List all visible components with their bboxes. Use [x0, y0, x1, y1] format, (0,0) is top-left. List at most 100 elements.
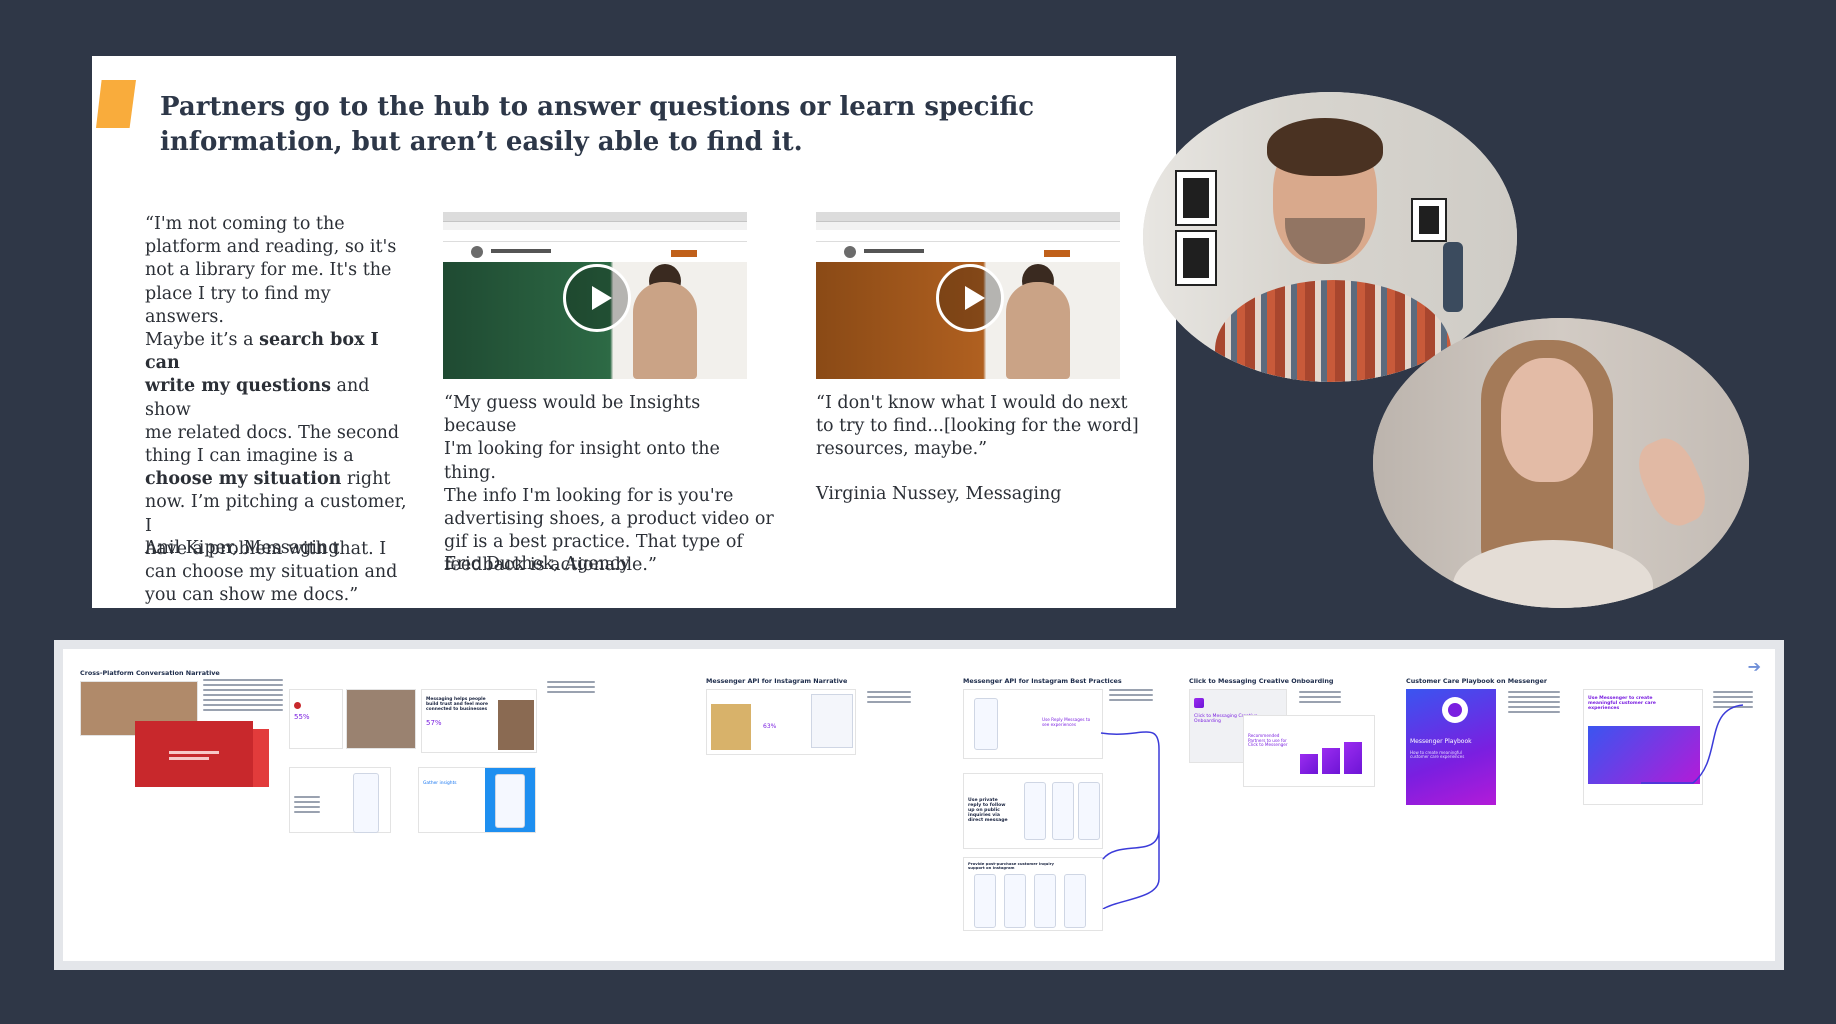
- quote-text: “My guess would be Insights because: [444, 393, 701, 437]
- welcome-banner: [443, 242, 747, 262]
- welcome-text: [491, 249, 551, 253]
- quote-text: now. I’m pitching a customer, I: [145, 492, 407, 536]
- phone-mockup: [974, 874, 996, 928]
- quote-text: I'm looking for insight onto the thing.: [444, 439, 720, 483]
- quote-line: “My guess would be Insights because: [444, 392, 774, 438]
- board-canvas[interactable]: ➔ Cross-Platform Conversation Narrative …: [54, 640, 1784, 970]
- quote-line: platform and reading, so it's: [145, 236, 415, 259]
- stat-card-55[interactable]: 55%: [289, 689, 343, 749]
- comment-panel: [811, 694, 853, 748]
- card-headline: Use private reply to follow up on public…: [968, 798, 1008, 824]
- photo-card[interactable]: [346, 689, 416, 749]
- cta-button: [1044, 250, 1070, 257]
- person-hair: [1267, 118, 1383, 176]
- quote-text: platform and reading, so it's: [145, 237, 397, 258]
- cta-button: [671, 250, 697, 257]
- partner-tile: [1300, 754, 1318, 774]
- phone-mockup: [353, 773, 379, 833]
- browser-url-bar: [443, 222, 747, 230]
- section-title-cross-platform: Cross-Platform Conversation Narrative: [80, 669, 220, 677]
- connector-line: [1100, 731, 1160, 909]
- quote-line: advertising shoes, a product video or: [444, 508, 774, 531]
- slide-accent-marker: [96, 80, 136, 128]
- provide-support-card[interactable]: Provide post-purchase customer inquiry s…: [963, 857, 1103, 931]
- messaging-helps-card[interactable]: Messaging helps people build trust and f…: [421, 689, 537, 753]
- site-header: [816, 230, 1120, 242]
- quote-line: The info I'm looking for is you're: [444, 485, 774, 508]
- section-title-click-to-messaging: Click to Messaging Creative Onboarding: [1189, 677, 1334, 685]
- person-figure: [1006, 282, 1070, 379]
- partner-tile: [1344, 742, 1362, 774]
- messenger-playbook-card[interactable]: Messenger Playbook How to create meaning…: [1406, 689, 1496, 805]
- quote-line: “I'm not coming to the: [145, 213, 415, 236]
- browser-url-bar: [816, 222, 1120, 230]
- recommended-partners-card[interactable]: Recommended Partners to use for Click to…: [1243, 715, 1375, 787]
- avatar: [844, 246, 856, 258]
- slide-title: Partners go to the hub to answer questio…: [160, 92, 1035, 157]
- card-headline: Gather insights: [423, 781, 457, 786]
- quote-text: can choose my situation and: [145, 562, 398, 583]
- quote-text: gif is a best practice. That type of: [444, 532, 743, 553]
- quote-line: choose my situation right: [145, 468, 415, 491]
- section-notes: [1109, 689, 1153, 704]
- quote-text: “I'm not coming to the: [145, 214, 345, 234]
- card-headline: Recommended Partners to use for Click to…: [1248, 733, 1288, 748]
- quote-line: write my questions and show: [145, 375, 415, 421]
- color-strip: [253, 729, 269, 787]
- wall-picture: [1175, 170, 1217, 226]
- section-notes: [1508, 691, 1560, 716]
- stat-value: 55%: [294, 713, 310, 721]
- quote-text: place I try to find my answers.: [145, 283, 331, 327]
- interview-video-2[interactable]: [816, 212, 1120, 379]
- use-reply-card[interactable]: Use Reply Messages to see experiences: [963, 689, 1103, 759]
- quote-line: place I try to find my answers.: [145, 283, 415, 329]
- quote-attribution-virginia: Virginia Nussey, Messaging: [816, 484, 1062, 504]
- quote-eric-duchek: “My guess would be Insights because I'm l…: [444, 392, 774, 578]
- quote-line: thing I can imagine is a: [145, 445, 415, 468]
- interview-video-1[interactable]: [443, 212, 747, 379]
- quote-line: now. I’m pitching a customer, I: [145, 491, 415, 537]
- messenger-icon: [1442, 697, 1468, 723]
- phone-mockup: [495, 774, 525, 828]
- wall-picture: [1411, 198, 1447, 242]
- quote-text: “I don't know what I would do next: [816, 393, 1128, 413]
- red-slide-card[interactable]: [135, 721, 253, 787]
- quote-line: me related docs. The second: [145, 422, 415, 445]
- quote-emphasis: write my questions: [145, 376, 331, 397]
- partner-tile: [1322, 748, 1340, 774]
- section-title-customer-care: Customer Care Playbook on Messenger: [1406, 677, 1547, 685]
- use-private-reply-card[interactable]: Use private reply to follow up on public…: [963, 773, 1103, 849]
- section-notes: [547, 681, 595, 696]
- site-header: [443, 230, 747, 242]
- card-headline: Messaging helps people build trust and f…: [426, 697, 488, 712]
- person-figure: [633, 282, 697, 379]
- card-text: [169, 751, 219, 754]
- list-items: [294, 796, 320, 816]
- arrow-right-icon[interactable]: ➔: [1748, 657, 1761, 676]
- instagram-narrative-card[interactable]: 63%: [706, 689, 856, 755]
- phone-mockup: [974, 698, 998, 750]
- quote-text: to try to find...[looking for the word]: [816, 416, 1139, 437]
- quote-line: I'm looking for insight onto the thing.: [444, 438, 774, 484]
- welcome-text: [864, 249, 924, 253]
- avatar: [471, 246, 483, 258]
- quote-line: you can show me docs.”: [145, 584, 415, 607]
- logo-icon: [294, 702, 301, 709]
- quote-line: resources, maybe.”: [816, 438, 1156, 461]
- photo: [498, 700, 534, 750]
- quote-line: “I don't know what I would do next: [816, 392, 1156, 415]
- person-face: [1501, 358, 1593, 482]
- stat-value: 63%: [763, 723, 777, 730]
- gather-insights-card[interactable]: Gather insights: [418, 767, 536, 833]
- play-icon[interactable]: [936, 264, 1004, 332]
- play-icon[interactable]: [563, 264, 631, 332]
- browser-chrome: [816, 212, 1120, 222]
- quote-line: gif is a best practice. That type of: [444, 531, 774, 554]
- research-slide: Partners go to the hub to answer questio…: [92, 56, 1176, 608]
- phone-mockup: [1052, 782, 1074, 840]
- quote-virginia-nussey: “I don't know what I would do next to try…: [816, 392, 1156, 462]
- phone-mockup: [1024, 782, 1046, 840]
- phone-mockup: [1064, 874, 1086, 928]
- quote-attribution-eric: Eric Duchek, Agency: [444, 554, 630, 574]
- messenger-icon: [1194, 698, 1204, 708]
